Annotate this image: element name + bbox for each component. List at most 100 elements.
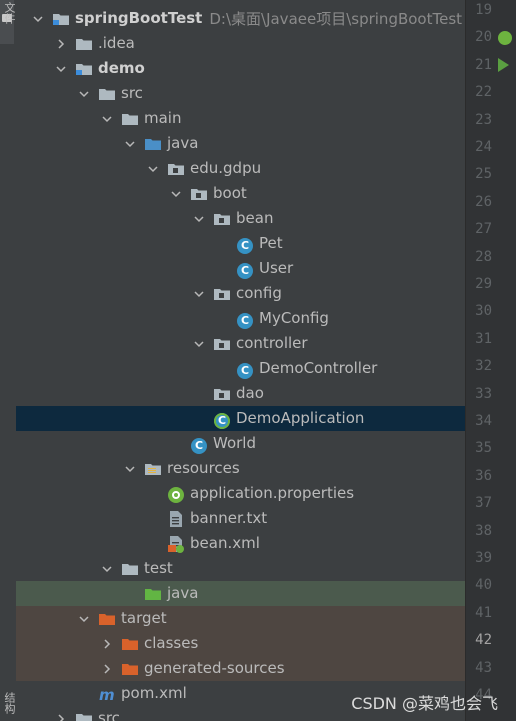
tree-node[interactable]: src bbox=[16, 81, 465, 106]
tree-node-label: MyConfig bbox=[259, 309, 329, 327]
line-number: 35 bbox=[475, 440, 492, 457]
tree-node[interactable]: banner.txt bbox=[16, 506, 465, 531]
line-number: 28 bbox=[475, 248, 492, 265]
chevron-right-icon[interactable] bbox=[55, 38, 67, 50]
tree-node-label: java bbox=[167, 134, 199, 152]
tree-node[interactable]: resources bbox=[16, 456, 465, 481]
text-file-icon bbox=[167, 510, 185, 528]
tree-node[interactable]: main bbox=[16, 106, 465, 131]
tool-window-strip: 文件 结构 bbox=[0, 0, 17, 721]
tree-node[interactable]: springBootTest D:\桌面\Javaee项目\springBootT… bbox=[16, 6, 465, 31]
tree-node-label: application.properties bbox=[190, 484, 355, 502]
tree-node-label: test bbox=[144, 559, 173, 577]
chevron-down-icon[interactable] bbox=[32, 13, 44, 25]
line-number: 30 bbox=[475, 303, 492, 320]
tree-node[interactable]: classes bbox=[16, 631, 465, 656]
line-number: 33 bbox=[475, 385, 492, 402]
chevron-right-icon[interactable] bbox=[55, 713, 67, 721]
chevron-down-icon[interactable] bbox=[193, 338, 205, 350]
chevron-right-icon[interactable] bbox=[101, 663, 113, 675]
tree-node[interactable]: C World bbox=[16, 431, 465, 456]
tree-node[interactable]: controller bbox=[16, 331, 465, 356]
tree-node-label: generated-sources bbox=[144, 659, 285, 677]
ide-window: 文件 结构 springBootTest D:\桌面\Javaee项目\sprin… bbox=[0, 0, 516, 721]
source-folder-icon bbox=[144, 135, 162, 153]
resources-folder-icon bbox=[144, 460, 162, 478]
folder-icon bbox=[98, 85, 116, 103]
tree-node[interactable]: target bbox=[16, 606, 465, 631]
tree-node[interactable]: config bbox=[16, 281, 465, 306]
line-number: 32 bbox=[475, 358, 492, 375]
chevron-down-icon[interactable] bbox=[193, 213, 205, 225]
line-number: 38 bbox=[475, 522, 492, 539]
tree-node[interactable]: .idea bbox=[16, 31, 465, 56]
tool-tab-text-bottom[interactable]: 结构 bbox=[1, 692, 16, 714]
chevron-down-icon[interactable] bbox=[170, 188, 182, 200]
chevron-down-icon[interactable] bbox=[124, 463, 136, 475]
tool-tab-text-top[interactable]: 文件 bbox=[1, 2, 16, 24]
chevron-down-icon[interactable] bbox=[78, 613, 90, 625]
package-icon bbox=[213, 210, 231, 228]
line-number: 41 bbox=[475, 604, 492, 621]
chevron-down-icon[interactable] bbox=[147, 163, 159, 175]
package-icon bbox=[167, 160, 185, 178]
tree-node[interactable]: C DemoController bbox=[16, 356, 465, 381]
line-number: 21 bbox=[475, 56, 492, 73]
line-number: 26 bbox=[475, 193, 492, 210]
tree-node[interactable]: C MyConfig bbox=[16, 306, 465, 331]
class-icon: C bbox=[236, 310, 254, 329]
tree-node-label: src bbox=[98, 709, 120, 721]
project-tree: springBootTest D:\桌面\Javaee项目\springBootT… bbox=[16, 0, 465, 721]
tree-node-label: User bbox=[259, 259, 294, 277]
editor-gutter: 19 20 21 22 23 24 25 26 27 28 29 30 31 32 33 34 35 36 37 38… bbox=[465, 0, 516, 721]
folder-icon bbox=[121, 560, 139, 578]
chevron-down-icon[interactable] bbox=[124, 138, 136, 150]
folder-icon bbox=[121, 110, 139, 128]
tree-node-label: Pet bbox=[259, 234, 283, 252]
tree-node-label: resources bbox=[167, 459, 240, 477]
tree-node-label: pom.xml bbox=[121, 684, 187, 702]
chevron-down-icon[interactable] bbox=[193, 288, 205, 300]
line-number: 27 bbox=[475, 221, 492, 238]
line-number: 43 bbox=[475, 659, 492, 676]
tree-node[interactable]: C Pet bbox=[16, 231, 465, 256]
tree-node-label: boot bbox=[213, 184, 247, 202]
module-folder-icon bbox=[75, 60, 93, 78]
run-gutter-icon[interactable] bbox=[498, 58, 509, 72]
test-source-folder-icon bbox=[144, 585, 162, 603]
chevron-down-icon[interactable] bbox=[55, 63, 67, 75]
module-folder-icon bbox=[52, 10, 70, 28]
tree-node[interactable]: edu.gdpu bbox=[16, 156, 465, 181]
chevron-down-icon[interactable] bbox=[101, 563, 113, 575]
tree-node-label: java bbox=[167, 584, 199, 602]
tree-node[interactable]: java bbox=[16, 581, 465, 606]
tree-node[interactable]: test bbox=[16, 556, 465, 581]
chevron-down-icon[interactable] bbox=[101, 113, 113, 125]
tree-node[interactable]: boot bbox=[16, 181, 465, 206]
tree-node[interactable]: demo bbox=[16, 56, 465, 81]
tree-node[interactable]: application.properties bbox=[16, 481, 465, 506]
tree-node[interactable]: C User bbox=[16, 256, 465, 281]
line-number: 22 bbox=[475, 84, 492, 101]
tree-node-label: World bbox=[213, 434, 256, 452]
line-number: 36 bbox=[475, 467, 492, 484]
chevron-down-icon[interactable] bbox=[78, 88, 90, 100]
tree-node-label: dao bbox=[236, 384, 264, 402]
folder-icon bbox=[75, 710, 93, 721]
spring-bean-gutter-icon[interactable] bbox=[498, 31, 512, 45]
tree-node[interactable]: bean bbox=[16, 206, 465, 231]
tree-node[interactable]: C DemoApplication bbox=[16, 406, 465, 431]
tree-node[interactable]: bean.xml bbox=[16, 531, 465, 556]
tree-node[interactable]: generated-sources bbox=[16, 656, 465, 681]
chevron-right-icon[interactable] bbox=[101, 638, 113, 650]
tree-node[interactable]: java bbox=[16, 131, 465, 156]
tree-node-label: classes bbox=[144, 634, 199, 652]
tree-node[interactable]: dao bbox=[16, 381, 465, 406]
package-icon bbox=[190, 185, 208, 203]
class-icon: C bbox=[236, 360, 254, 379]
tree-node-label: target bbox=[121, 609, 167, 627]
project-path-hint: D:\桌面\Javaee项目\springBootTest bbox=[209, 10, 463, 28]
tree-node-label: .idea bbox=[98, 34, 135, 52]
svg-text:m: m bbox=[99, 686, 115, 703]
line-number: 42 bbox=[475, 632, 492, 649]
